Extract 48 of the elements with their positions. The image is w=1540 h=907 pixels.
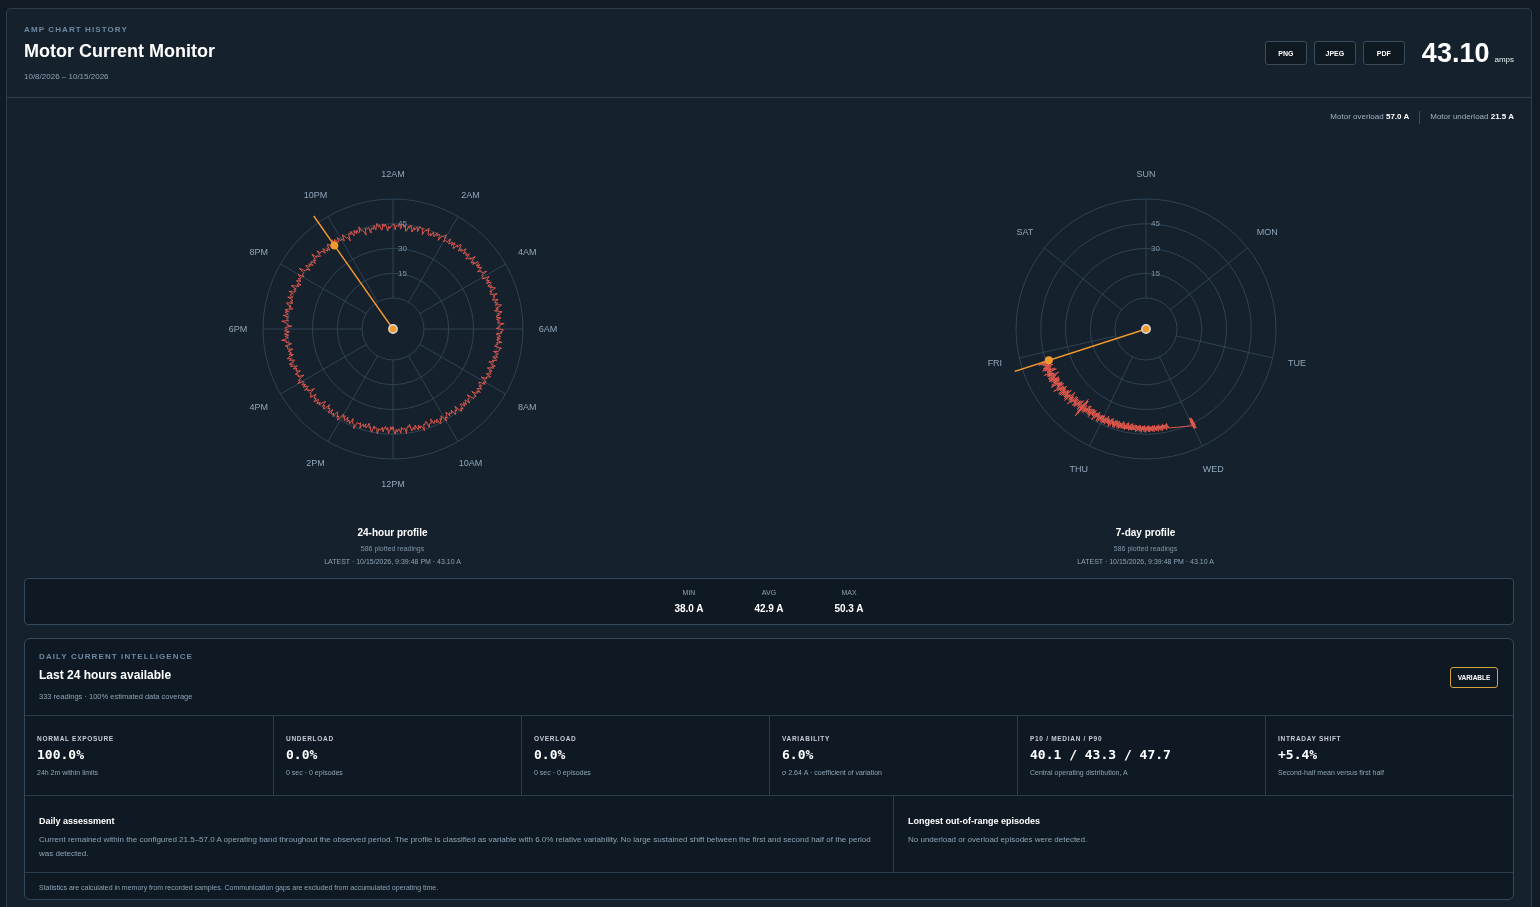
metric-value: 0.0% xyxy=(286,747,318,763)
axis-label: 10AM xyxy=(458,458,482,469)
chart-title: 24-hour profile xyxy=(357,527,428,539)
radial-tick-label: 15 xyxy=(397,268,407,278)
axis-label: 2PM xyxy=(305,458,325,469)
axis-label: THU xyxy=(1069,463,1088,474)
axis-label: 8PM xyxy=(249,246,268,257)
axis-label: 12AM xyxy=(380,169,405,179)
radial-tick-label: 45 xyxy=(1150,219,1160,229)
axis-label: 6PM xyxy=(228,324,247,334)
axis-label: WED xyxy=(1202,463,1224,474)
radial-tick-label: 15 xyxy=(1150,268,1160,278)
axis-label: 10PM xyxy=(303,189,327,200)
metric-value: 40.1 / 43.3 / 47.7 xyxy=(1030,747,1171,763)
metric-value: 6.0% xyxy=(782,747,814,763)
radial-tick-label: 30 xyxy=(1150,244,1160,253)
current-reading: 43.10 xyxy=(1421,37,1490,69)
axis-label: 8AM xyxy=(517,401,536,412)
threshold-label: Motor overload 57.0 A xyxy=(1330,111,1410,123)
eyebrow-label: AMP CHART HISTORY xyxy=(24,24,128,35)
axis-label: 12PM xyxy=(380,479,405,489)
axis-label: 6AM xyxy=(538,324,557,334)
section-heading: Longest out-of-range episodes xyxy=(908,814,1040,827)
axis-label: SAT xyxy=(1015,227,1033,238)
unit-label: amps xyxy=(1494,55,1514,64)
threshold-label: Motor underload 21.5 A xyxy=(1430,111,1514,123)
axis-label: SUN xyxy=(1136,169,1155,179)
section-heading: Daily assessment xyxy=(39,814,115,827)
axis-label: TUE xyxy=(1287,358,1306,369)
axis-label: 4AM xyxy=(517,246,536,257)
section-text: Current remained within the configured 21.5–57.0 A operating band throughout the observed period. The profile is classified as variable with 6.0% relative variability. No large sustained shift between the first and second half of the period was detected. xyxy=(39,833,872,860)
axis-label: MON xyxy=(1256,227,1278,238)
axis-label: 4PM xyxy=(249,401,268,412)
metric-value: 0.0% xyxy=(534,747,566,763)
metric-value: 100.0% xyxy=(37,747,84,763)
stat-value: 42.9 A xyxy=(754,602,784,615)
date-range: 10/8/2026 – 10/15/2026 xyxy=(24,71,109,82)
metric-value: +5.4% xyxy=(1278,747,1318,763)
stat-value: 38.0 A xyxy=(674,602,704,615)
axis-label: FRI xyxy=(987,358,1002,369)
stat-value: 50.3 A xyxy=(834,602,864,615)
page-title: Motor Current Monitor xyxy=(24,39,215,62)
card-title: Last 24 hours available xyxy=(39,667,172,683)
chart-title: 7-day profile xyxy=(1115,527,1176,539)
axis-label: 2AM xyxy=(460,189,480,200)
radial-tick-label: 30 xyxy=(397,244,407,253)
eyebrow-label: DAILY CURRENT INTELLIGENCE xyxy=(39,652,193,662)
section-text: No underload or overload episodes were detected. xyxy=(908,833,1088,846)
